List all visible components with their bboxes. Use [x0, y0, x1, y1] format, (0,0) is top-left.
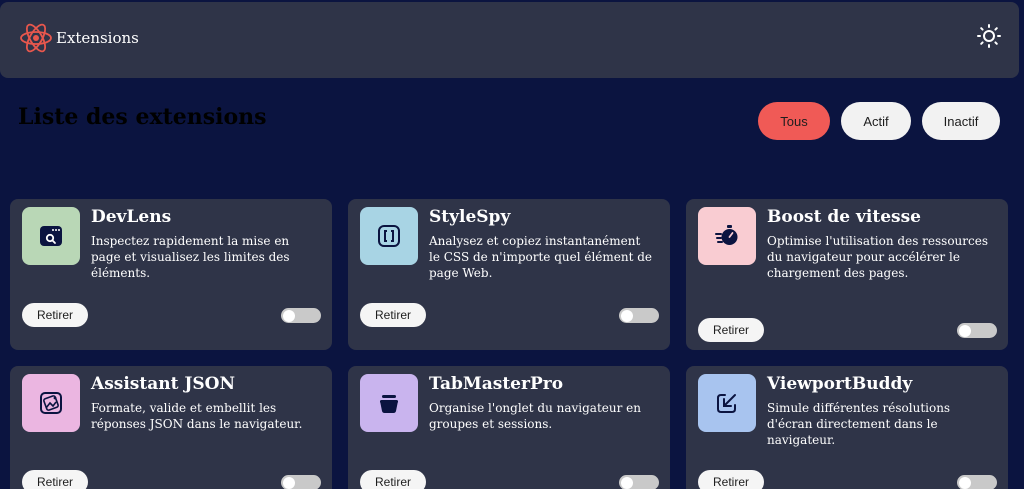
remove-button[interactable]: Retirer: [22, 470, 88, 489]
extension-icon-tile: [360, 207, 418, 265]
extension-icon-tile: [698, 207, 756, 265]
extension-name: TabMasterPro: [429, 374, 564, 394]
remove-button[interactable]: Retirer: [698, 318, 764, 342]
speed-timer-icon: [715, 225, 738, 245]
remove-button[interactable]: Retirer: [22, 303, 88, 327]
brand[interactable]: Extensions: [18, 20, 139, 56]
enable-toggle[interactable]: [619, 308, 659, 323]
extension-card: ViewportBuddy Simule différentes résolut…: [686, 366, 1008, 489]
extension-description: Analysez et copiez instantanément le CSS…: [429, 234, 653, 280]
brackets-icon: [378, 225, 400, 247]
toggle-knob: [621, 309, 633, 322]
remove-button[interactable]: Retirer: [698, 470, 764, 489]
enable-toggle[interactable]: [619, 475, 659, 489]
enable-toggle[interactable]: [957, 323, 997, 338]
toggle-knob: [959, 324, 971, 337]
extension-description: Inspectez rapidement la mise en page et …: [91, 234, 290, 280]
toggle-knob: [621, 476, 633, 489]
extension-icon-tile: [22, 207, 80, 265]
toggle-knob: [283, 309, 295, 322]
extension-description: Organise l'onglet du navigateur en group…: [429, 401, 641, 431]
extension-icon-tile: [698, 374, 756, 432]
app-name: Extensions: [56, 29, 139, 47]
extension-name: Assistant JSON: [91, 374, 236, 394]
extension-card: Boost de vitesse Optimise l'utilisation …: [686, 199, 1008, 350]
extension-name: DevLens: [91, 207, 172, 227]
extension-description: Simule différentes résolutions d'écran d…: [767, 401, 951, 447]
toggle-knob: [959, 476, 971, 489]
json-image-icon: [40, 392, 62, 414]
extension-name: Boost de vitesse: [767, 207, 921, 227]
filter-inactive-button[interactable]: Inactif: [922, 102, 1000, 140]
extension-name: StyleSpy: [429, 207, 511, 227]
basket-icon: [380, 395, 398, 413]
filter-all-button[interactable]: Tous: [758, 102, 830, 140]
resize-arrow-icon: [717, 394, 736, 413]
extension-card: DevLens Inspectez rapidement la mise en …: [10, 199, 332, 350]
extension-card: StyleSpy Analysez et copiez instantanéme…: [348, 199, 670, 350]
toggle-knob: [283, 476, 295, 489]
sun-icon[interactable]: [977, 24, 1001, 48]
app-header: Extensions: [0, 2, 1019, 78]
atom-logo-icon: [20, 23, 52, 53]
extension-icon-tile: [360, 374, 418, 432]
enable-toggle[interactable]: [957, 475, 997, 489]
filter-group: Tous Actif Inactif: [758, 102, 1000, 140]
enable-toggle[interactable]: [281, 308, 321, 323]
remove-button[interactable]: Retirer: [360, 303, 426, 327]
extension-name: ViewportBuddy: [767, 374, 913, 394]
extension-card: Assistant JSON Formate, valide et embell…: [10, 366, 332, 489]
enable-toggle[interactable]: [281, 475, 321, 489]
extension-card: TabMasterPro Organise l'onglet du naviga…: [348, 366, 670, 489]
extension-description: Formate, valide et embellit les réponses…: [91, 401, 303, 431]
extension-description: Optimise l'utilisation des ressources du…: [767, 234, 988, 280]
remove-button[interactable]: Retirer: [360, 470, 426, 489]
extension-icon-tile: [22, 374, 80, 432]
filter-active-button[interactable]: Actif: [841, 102, 911, 140]
page-title: Liste des extensions: [18, 104, 267, 130]
browser-search-icon: [40, 226, 62, 246]
